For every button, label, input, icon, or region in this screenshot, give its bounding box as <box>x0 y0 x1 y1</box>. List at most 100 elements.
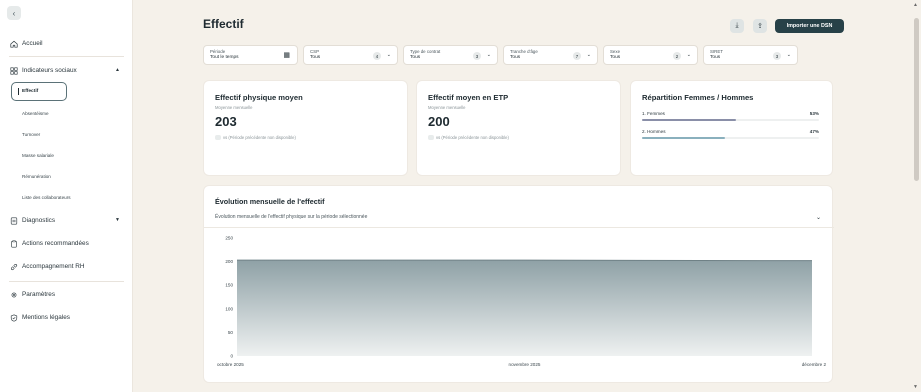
comparison-text: vs (Période précédente non disponible) <box>223 135 296 140</box>
comparison-text: vs (Période précédente non disponible) <box>436 135 509 140</box>
chevron-left-icon: ‹ <box>12 8 16 18</box>
sidebar-item-label: Actions recommandées <box>22 240 89 247</box>
link-icon <box>9 262 18 271</box>
chevron-up-icon[interactable]: ▲ <box>115 67 120 73</box>
chevron-down-icon: ⌄ <box>386 52 391 58</box>
filter-csp[interactable]: CSP Tous 4 ⌄ <box>303 45 398 65</box>
sidebar-item-indicateurs-sociaux[interactable]: Indicateurs sociaux <box>9 66 77 75</box>
card-value: 203 <box>215 114 237 129</box>
progress-track <box>642 137 819 139</box>
scrollbar[interactable]: ▲ ▼ <box>912 0 921 392</box>
filter-count-badge: 7 <box>573 52 581 60</box>
filter-count-badge: 2 <box>673 52 681 60</box>
card-comparison: vs (Période précédente non disponible) <box>428 135 509 140</box>
progress-fill-femmes <box>642 119 736 121</box>
y-tick-label: 250 <box>225 236 233 241</box>
sidebar-item-actions[interactable]: Actions recommandées <box>9 239 89 248</box>
chevron-down-icon: ⌄ <box>586 52 591 58</box>
card-subtitle: Moyenne mensuelle <box>215 105 253 110</box>
repartition-label: 2. Hommes <box>642 129 666 134</box>
area-chart: 0 50 100 150 200 250 octobre 2025 novembre 2025… <box>217 236 827 368</box>
sidebar-item-label: Paramètres <box>22 291 56 298</box>
page-title: Effectif <box>203 17 244 31</box>
repartition-row-hommes: 2. Hommes 47% <box>642 129 819 139</box>
filter-type-contrat[interactable]: Type de contrat Tous 3 ⌄ <box>403 45 498 65</box>
document-icon <box>9 216 18 225</box>
share-icon: ⇪ <box>757 23 763 30</box>
sub-item-turnover[interactable]: Turnover <box>22 132 40 137</box>
card-title: Effectif moyen en ETP <box>428 93 509 102</box>
kpi-card-effectif-etp: Effectif moyen en ETP Moyenne mensuelle … <box>416 80 621 176</box>
y-tick-label: 150 <box>225 283 233 288</box>
sub-item-remuneration[interactable]: Rémunération <box>22 174 51 179</box>
divider <box>9 281 124 282</box>
clipboard-icon <box>9 239 18 248</box>
x-tick-label: novembre 2025 <box>509 362 541 367</box>
calendar-icon: ▦ <box>283 52 290 59</box>
card-value: 200 <box>428 114 450 129</box>
card-repartition: Répartition Femmes / Hommes 1. Femmes 53… <box>630 80 833 176</box>
sidebar-item-mentions-legales[interactable]: Mentions légales <box>9 313 70 322</box>
sidebar-item-accueil[interactable]: Accueil <box>9 39 43 48</box>
y-tick-label: 0 <box>230 354 233 359</box>
download-icon: ⤓ <box>735 22 739 29</box>
home-icon <box>9 39 18 48</box>
progress-track <box>642 119 819 121</box>
filter-periode[interactable]: Période Tout le temps ▦ <box>203 45 298 65</box>
repartition-label: 1. Femmes <box>642 111 665 116</box>
sidebar-item-accompagnement[interactable]: Accompagnement RH <box>9 262 85 271</box>
y-tick-label: 50 <box>228 330 234 335</box>
scroll-down-icon[interactable]: ▼ <box>913 384 918 390</box>
active-indicator <box>18 88 19 95</box>
shield-icon <box>9 313 18 322</box>
sub-item-label: Effectif <box>22 89 39 94</box>
card-subtitle: Moyenne mensuelle <box>428 105 466 110</box>
sub-item-effectif[interactable]: Effectif <box>11 82 67 101</box>
sub-item-liste-collaborateurs[interactable]: Liste des collaborateurs <box>22 195 71 200</box>
divider <box>9 56 124 57</box>
x-tick-label: octobre 2025 <box>217 362 244 367</box>
sidebar: ‹ Accueil Indicateurs sociaux ▲ Effectif… <box>0 0 133 392</box>
sidebar-item-label: Accompagnement RH <box>22 263 85 270</box>
chevron-down-icon: ⌄ <box>686 52 691 58</box>
sidebar-item-diagnostics[interactable]: Diagnostics <box>9 216 55 225</box>
x-tick-label: décembre 2 <box>802 362 827 367</box>
sidebar-item-label: Diagnostics <box>22 217 56 224</box>
sidebar-item-label: Indicateurs sociaux <box>22 67 77 74</box>
import-dsn-button[interactable]: Importer une DSN <box>775 19 844 33</box>
chevron-down-icon: ⌄ <box>486 52 491 58</box>
y-tick-label: 100 <box>225 306 233 311</box>
share-button[interactable]: ⇪ <box>753 19 767 33</box>
chevron-down-icon: ⌄ <box>786 52 791 58</box>
download-button[interactable]: ⤓ <box>730 19 744 33</box>
filter-value: Tout le temps <box>210 55 239 60</box>
repartition-pct: 53% <box>809 111 819 116</box>
area-fill <box>237 260 812 356</box>
trend-icon <box>215 135 221 140</box>
gear-icon <box>9 290 18 299</box>
filter-label: Période <box>210 49 226 54</box>
chevron-down-icon[interactable]: ▼ <box>115 217 120 223</box>
filter-siret[interactable]: SIRET Tous 3 ⌄ <box>703 45 798 65</box>
filter-count-badge: 3 <box>473 52 481 60</box>
repartition-row-femmes: 1. Femmes 53% <box>642 111 819 121</box>
card-comparison: vs (Période précédente non disponible) <box>215 135 296 140</box>
kpi-card-effectif-physique: Effectif physique moyen Moyenne mensuell… <box>203 80 408 176</box>
filter-count-badge: 3 <box>773 52 781 60</box>
collapse-sidebar-button[interactable]: ‹ <box>7 6 21 20</box>
repartition-pct: 47% <box>809 129 819 134</box>
card-title: Répartition Femmes / Hommes <box>642 93 754 102</box>
filter-sexe[interactable]: Sexe Tous 2 ⌄ <box>603 45 698 65</box>
sidebar-item-label: Accueil <box>22 40 43 47</box>
scroll-up-icon[interactable]: ▲ <box>913 2 918 8</box>
sub-item-absenteisme[interactable]: Absentéisme <box>22 111 49 116</box>
progress-fill-hommes <box>642 137 726 139</box>
sub-item-masse-salariale[interactable]: Masse salariale <box>22 153 54 158</box>
sidebar-item-label: Mentions légales <box>22 314 70 321</box>
sidebar-item-parametres[interactable]: Paramètres <box>9 290 55 299</box>
scrollbar-thumb[interactable] <box>914 18 919 181</box>
grid-icon <box>9 66 18 75</box>
chart-card: Évolution mensuelle de l'effectif Évolut… <box>203 185 834 383</box>
card-title: Effectif physique moyen <box>215 93 303 102</box>
filter-tranche-age[interactable]: Tranche d'âge Tous 7 ⌄ <box>503 45 598 65</box>
